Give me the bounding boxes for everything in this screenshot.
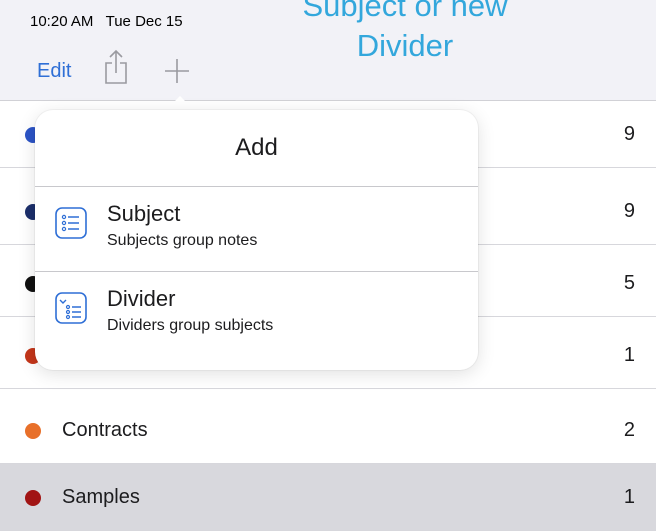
subject-note-count: 2 — [623, 419, 635, 441]
overlay-caption: Subject or new Divider — [270, 0, 540, 66]
subject-color-dot — [25, 490, 41, 506]
add-divider-title: Divider — [107, 286, 176, 311]
subject-note-count: 5 — [623, 272, 635, 294]
edit-button[interactable]: Edit — [37, 60, 71, 83]
popover-title: Add — [235, 134, 278, 161]
status-time-date: 10:20 AM Tue Dec 15 — [30, 13, 183, 30]
subject-name: Contracts — [62, 419, 148, 441]
add-subject-menu-item[interactable]: Subject Subjects group notes — [35, 187, 478, 272]
add-popover: Add Subject Subjects group notes Divider… — [35, 110, 478, 370]
add-divider-menu-item[interactable]: Divider Dividers group subjects — [35, 272, 478, 357]
subject-note-count: 1 — [623, 486, 635, 508]
divider-list-icon — [55, 292, 87, 324]
subject-row-selected[interactable]: Samples 1 — [0, 464, 656, 531]
subject-list-icon — [55, 207, 87, 239]
subject-note-count: 1 — [623, 344, 635, 366]
overlay-caption-line-2: Divider — [356, 28, 454, 63]
add-subject-title: Subject — [107, 201, 181, 226]
plus-icon[interactable] — [164, 58, 190, 84]
overlay-caption-line-1: Subject or new — [302, 0, 508, 23]
add-divider-subtitle: Dividers group subjects — [107, 317, 274, 334]
subject-row[interactable]: Contracts 2 — [0, 397, 656, 464]
subject-note-count: 9 — [623, 123, 635, 145]
subject-note-count: 9 — [623, 200, 635, 222]
add-subject-subtitle: Subjects group notes — [107, 232, 258, 249]
subject-name: Samples — [62, 486, 140, 508]
share-icon[interactable] — [103, 49, 129, 85]
popover-arrow — [166, 96, 194, 110]
toolbar: 10:20 AM Tue Dec 15 Subject or new Divid… — [0, 0, 656, 100]
subject-color-dot — [25, 423, 41, 439]
